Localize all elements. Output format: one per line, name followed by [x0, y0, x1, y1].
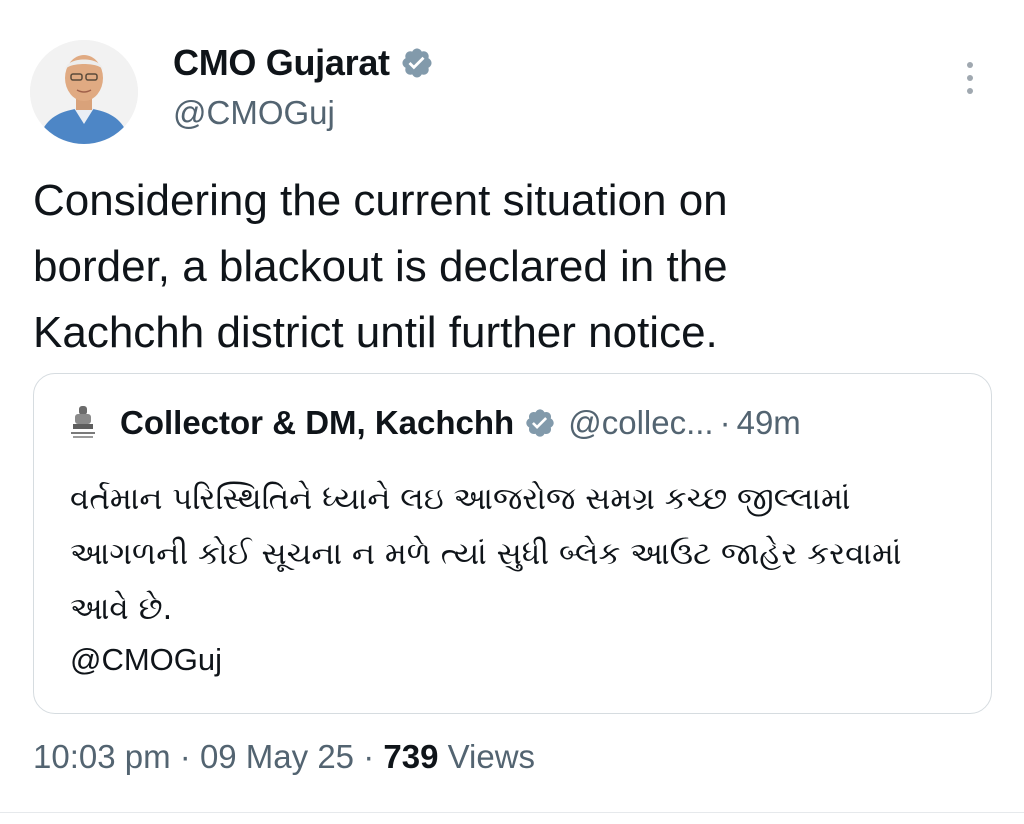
divider	[0, 812, 1024, 813]
quoted-author-name[interactable]: Collector & DM, Kachchh	[120, 404, 514, 442]
tweet-text-line: Kachchh district until further notice.	[33, 308, 718, 357]
verified-badge-icon[interactable]	[524, 407, 556, 439]
quoted-text-line: વર્તમાન પરિસ્થિતિને ધ્યાને લઇ આજરોજ સમગ્…	[70, 481, 851, 517]
tweet-time[interactable]: 10:03 pm	[33, 738, 171, 775]
separator-dot: ·	[363, 738, 375, 775]
quoted-tweet-text: વર્તમાન પરિસ્થિતિને ધ્યાને લઇ આજરોજ સમગ્…	[70, 472, 970, 637]
separator-dot: ·	[179, 738, 191, 775]
tweet-date[interactable]: 09 May 25	[200, 738, 354, 775]
separator-dot: ·	[719, 404, 731, 441]
quoted-tweet-card[interactable]: Collector & DM, Kachchh @collec... · 49m…	[33, 373, 992, 714]
author-name-text[interactable]: CMO Gujarat	[173, 42, 390, 84]
tweet-detail: CMO Gujarat @CMOGuj Considering the curr…	[0, 0, 1024, 824]
tweet-text: Considering the current situation on bor…	[33, 168, 933, 366]
tweet-text-line: Considering the current situation on	[33, 176, 728, 225]
quoted-tweet-header: Collector & DM, Kachchh @collec... · 49m	[70, 404, 801, 442]
views-count[interactable]: 739	[383, 738, 438, 775]
verified-badge-icon[interactable]	[400, 46, 434, 80]
quoted-tweet-time[interactable]: 49m	[737, 404, 801, 442]
author-handle[interactable]: @CMOGuj	[173, 94, 335, 132]
views-label[interactable]: Views	[448, 738, 535, 775]
quoted-text-line: આગળની કોઈ સૂચના ન મળે ત્યાં સુધી બ્લેક આ…	[70, 536, 902, 572]
author-avatar[interactable]	[30, 40, 138, 144]
tweet-meta: 10:03 pm · 09 May 25 · 739 Views	[33, 738, 535, 776]
quoted-author-handle[interactable]: @collec...	[568, 404, 713, 442]
state-emblem-icon	[70, 404, 96, 442]
tweet-text-line: border, a blackout is declared in the	[33, 242, 728, 291]
quoted-text-line: આવે છે.	[70, 591, 173, 627]
quoted-tweet-mention[interactable]: @CMOGuj	[70, 642, 222, 678]
author-name[interactable]: CMO Gujarat	[173, 42, 434, 84]
more-options-icon[interactable]	[955, 58, 985, 98]
